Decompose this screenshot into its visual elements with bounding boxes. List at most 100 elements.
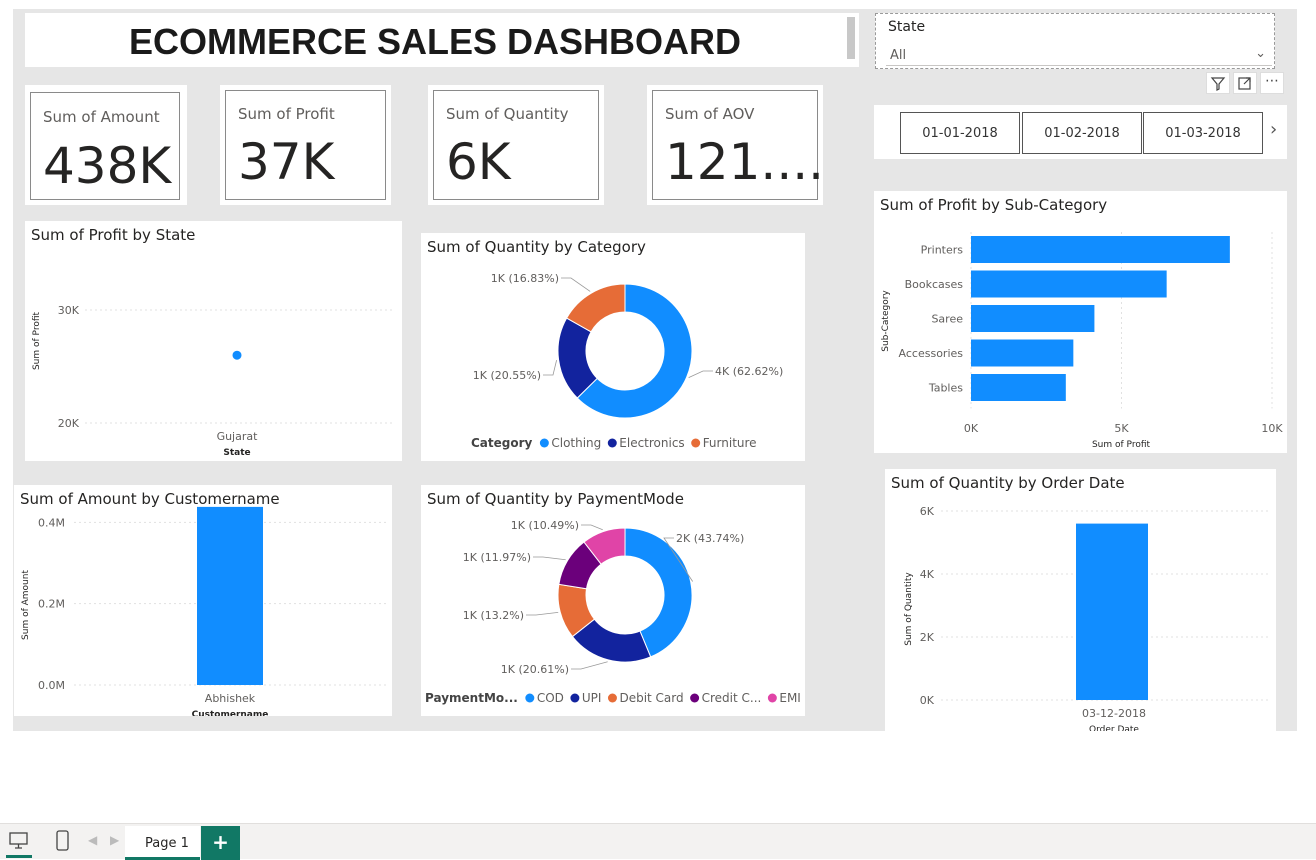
date-button[interactable]: 01-02-2018 xyxy=(1022,112,1142,154)
chart-amount-by-customer[interactable]: Sum of Amount by Customername 0.4M 0.2M 0.… xyxy=(14,485,392,716)
data-label: 1K (10.49%) xyxy=(511,519,579,532)
chevron-right-icon[interactable]: › xyxy=(1270,119,1277,140)
y-tick-label: Bookcases xyxy=(905,278,964,291)
y-tick-label: 30K xyxy=(58,304,80,317)
bar xyxy=(971,236,1230,263)
y-tick-label: 4K xyxy=(920,568,935,581)
kpi-card-aov: Sum of AOV 121.... xyxy=(647,85,825,205)
x-tick-label: Abhishek xyxy=(205,692,256,705)
focus-mode-icon[interactable] xyxy=(1233,72,1257,94)
kpi-card-amount: Sum of Amount 438K xyxy=(25,85,187,205)
y-tick-label: Saree xyxy=(931,313,963,326)
y-tick-label: 0.0M xyxy=(38,679,65,692)
x-axis-label: Customername xyxy=(192,710,269,716)
kpi-value: 37K xyxy=(238,133,335,191)
legend-entry: Electronics xyxy=(619,436,684,450)
y-tick-label: 0.2M xyxy=(38,598,65,611)
chart-profit-by-subcategory[interactable]: Sum of Profit by Sub-Category 0K 5K 10K Pri… xyxy=(874,191,1287,453)
x-tick-label: 10K xyxy=(1261,422,1283,435)
x-axis-label: State xyxy=(223,448,250,458)
state-slicer[interactable]: State All ⌄ xyxy=(875,13,1275,69)
chart-quantity-by-category[interactable]: Sum of Quantity by Category 4K (62.62%) 1… xyxy=(421,233,805,461)
slicer-value: All xyxy=(890,48,907,63)
kpi-card-quantity: Sum of Quantity 6K xyxy=(428,85,604,205)
bar xyxy=(971,270,1167,298)
legend-entry: EMI xyxy=(779,691,800,705)
kpi-value: 438K xyxy=(43,137,172,195)
leader-line xyxy=(688,370,713,379)
data-label: 1K (20.61%) xyxy=(501,663,569,676)
prev-page-icon[interactable]: ◀ xyxy=(88,833,97,847)
leader-line xyxy=(561,277,591,292)
legend-entry: COD xyxy=(537,691,564,705)
data-label: 1K (11.97%) xyxy=(463,551,531,564)
mobile-view-icon[interactable] xyxy=(54,830,72,852)
bar xyxy=(971,305,1095,332)
data-label: 4K (62.62%) xyxy=(715,365,783,378)
tab-page-1[interactable]: Page 1 xyxy=(125,826,200,860)
chart-svg: 6K 4K 2K 0K 03-12-2018 Order Date Sum of Quant… xyxy=(904,505,1269,731)
page-title: ECOMMERCE SALES DASHBOARD xyxy=(128,21,742,62)
slicer-label: State xyxy=(888,19,926,35)
chart-quantity-by-paymentmode[interactable]: Sum of Quantity by PaymentMode 2K (43.74… xyxy=(421,485,805,716)
data-label: 1K (20.55%) xyxy=(473,369,541,382)
bar xyxy=(1076,523,1148,700)
y-tick-label: Printers xyxy=(921,244,964,257)
slicer-dropdown[interactable]: All ⌄ xyxy=(886,44,1272,66)
y-tick-label: Accessories xyxy=(899,347,964,360)
legend-title: Category xyxy=(471,436,533,450)
x-tick-label: 03-12-2018 xyxy=(1082,707,1146,720)
data-label: 2K (43.74%) xyxy=(676,532,744,545)
chart-svg: 4K (62.62%) 1K (20.55%) 1K (16.83%) Categor… xyxy=(471,272,783,450)
kpi-label: Sum of Amount xyxy=(43,108,160,126)
x-axis-label: Sum of Profit xyxy=(1092,440,1151,450)
leader-line xyxy=(581,524,603,531)
title-scrollbar[interactable] xyxy=(847,17,855,59)
y-axis-label: Sub-Category xyxy=(881,290,891,352)
bar xyxy=(971,374,1066,401)
kpi-value: 121.... xyxy=(665,133,825,191)
leader-line xyxy=(543,360,557,376)
date-button[interactable]: 01-01-2018 xyxy=(900,112,1020,154)
bar xyxy=(197,506,263,685)
tab-label: Page 1 xyxy=(145,836,189,851)
kpi-value: 6K xyxy=(446,133,511,191)
legend-entry: UPI xyxy=(582,691,602,705)
legend-marker xyxy=(767,693,777,703)
legend-marker xyxy=(539,438,549,448)
y-axis-label: Sum of Profit xyxy=(32,312,42,371)
legend-title: PaymentMo... xyxy=(425,691,518,705)
title-card: ECOMMERCE SALES DASHBOARD xyxy=(25,13,859,67)
filter-icon[interactable] xyxy=(1206,72,1230,94)
y-tick-label: Tables xyxy=(928,382,963,395)
leader-line xyxy=(571,661,608,670)
date-slicer: 01-01-2018 01-02-2018 01-03-2018 › xyxy=(874,105,1287,159)
more-options-icon[interactable]: ⋯ xyxy=(1260,72,1284,94)
legend-entry: Furniture xyxy=(703,436,757,450)
data-label: 1K (16.83%) xyxy=(491,272,559,285)
y-axis-label: Sum of Amount xyxy=(21,570,31,640)
y-tick-label: 0K xyxy=(920,694,935,707)
chart-svg: 0K 5K 10K Printers Bookcases Saree Accessories… xyxy=(881,232,1283,450)
next-page-icon[interactable]: ▶ xyxy=(110,833,119,847)
x-tick-label: Gujarat xyxy=(217,430,259,443)
date-button[interactable]: 01-03-2018 xyxy=(1143,112,1263,154)
chart-svg: 2K (43.74%) 1K (20.61%) 1K (13.2%) 1K (11.9… xyxy=(425,519,801,705)
chart-quantity-by-orderdate[interactable]: Sum of Quantity by Order Date 6K 4K 2K 0K 03… xyxy=(885,469,1276,731)
legend-marker xyxy=(691,438,701,448)
chart-profit-by-state[interactable]: Sum of Profit by State 30K 20K Gujarat Stat… xyxy=(25,221,402,461)
plus-icon: + xyxy=(212,830,229,854)
desktop-view-icon[interactable] xyxy=(8,830,30,852)
legend-entry: Debit Card xyxy=(619,691,683,705)
legend-entry: Credit C... xyxy=(702,691,762,705)
desktop-view-underline xyxy=(6,855,32,858)
add-page-button[interactable]: + xyxy=(201,826,240,860)
y-tick-label: 20K xyxy=(58,417,80,430)
bar xyxy=(971,339,1074,367)
x-tick-label: 5K xyxy=(1114,422,1129,435)
chevron-down-icon: ⌄ xyxy=(1255,46,1266,61)
data-label: 1K (13.2%) xyxy=(463,609,524,622)
leader-line xyxy=(526,611,559,616)
chart-svg: 0.4M 0.2M 0.0M Abhishek Customername Sum of A… xyxy=(21,506,386,716)
data-point xyxy=(232,350,242,360)
